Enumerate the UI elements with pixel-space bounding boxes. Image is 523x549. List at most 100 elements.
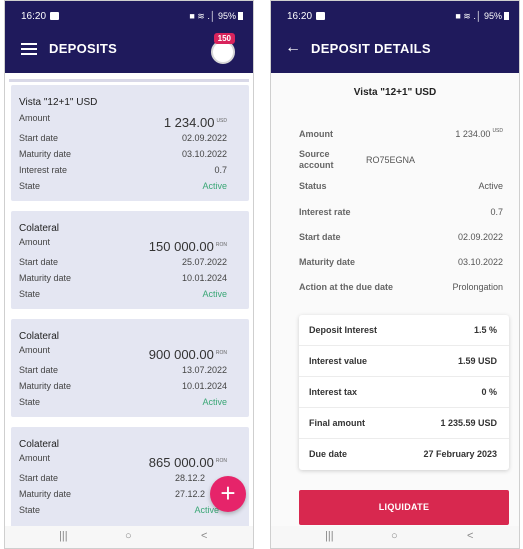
start-date-value: 02.09.2022 xyxy=(181,133,227,143)
summary-value: 1 235.59 USD xyxy=(440,418,497,428)
amount-label: Amount xyxy=(19,345,51,355)
deposits-screen: 16:20 ■ ≋ .│ 95% DEPOSITS 150 Vista "12+… xyxy=(4,0,254,549)
system-nav-bar: ||| ○ < xyxy=(271,526,519,548)
state-value: Active xyxy=(202,397,227,407)
amount-value: 865 000.00 RON xyxy=(148,455,227,470)
battery-icon xyxy=(238,12,243,20)
deposit-name: Colateral xyxy=(19,223,60,234)
maturity-date-label: Maturity date xyxy=(19,489,72,499)
summary-row: Interest value 1.59 USD xyxy=(299,346,509,377)
deposit-card[interactable]: Vista "12+1" USD Amount 1 234.00 USD Star… xyxy=(11,85,249,201)
deposit-details-screen: 16:20 ■ ≋ .│ 95% ← DEPOSIT DETAILS Vista… xyxy=(270,0,520,549)
amount-value: 900 000.00 RON xyxy=(148,347,227,362)
state-label: State xyxy=(19,505,41,515)
amount-value: 1 234.00 USD xyxy=(163,115,227,130)
start-date-label: Start date xyxy=(299,232,341,242)
amount-label: Amount xyxy=(299,129,333,139)
app-bar: 16:20 ■ ≋ .│ 95% ← DEPOSIT DETAILS xyxy=(271,1,519,73)
amount-value: 1 234.00 USD xyxy=(455,128,503,139)
summary-label: Final amount xyxy=(309,418,365,428)
back-nav-icon[interactable]: < xyxy=(467,530,473,542)
start-date-value: 02.09.2022 xyxy=(457,232,503,242)
status-bar-indicators: ■ ≋ .│ 95% xyxy=(455,11,509,22)
state-label: State xyxy=(19,181,41,191)
deposit-card[interactable]: Colateral Amount 865 000.00 RON Start dat… xyxy=(11,427,249,528)
amount-label: Amount xyxy=(19,453,51,463)
summary-row: Deposit Interest 1.5 % xyxy=(299,315,509,346)
recent-apps-icon[interactable]: ||| xyxy=(325,530,334,542)
amount-label: Amount xyxy=(19,237,51,247)
liquidate-button[interactable]: LIQUIDATE xyxy=(299,490,509,525)
status-bar-indicators: ■ ≋ .│ 95% xyxy=(189,11,243,22)
summary-value: 1.5 % xyxy=(473,325,497,335)
deposit-card[interactable]: Colateral Amount 900 000.00 RON Start dat… xyxy=(11,319,249,417)
maturity-date-value: 10.01.2024 xyxy=(181,273,227,283)
deposit-list[interactable]: Vista "12+1" USD Amount 1 234.00 USD Star… xyxy=(5,75,253,528)
summary-label: Interest tax xyxy=(309,387,358,397)
source-account-label: Source account xyxy=(299,149,334,170)
summary-row: Final amount 1 235.59 USD xyxy=(299,408,509,439)
back-arrow-icon[interactable]: ← xyxy=(285,39,301,57)
maturity-date-label: Maturity date xyxy=(299,257,356,267)
interest-rate-label: Interest rate xyxy=(299,207,351,217)
add-deposit-button[interactable]: + xyxy=(210,476,246,512)
status-value: Active xyxy=(478,181,503,191)
start-date-value: 13.07.2022 xyxy=(181,365,227,375)
start-date-label: Start date xyxy=(19,133,59,143)
notification-badge[interactable]: 150 xyxy=(213,33,235,44)
maturity-date-value: 27.12.2 xyxy=(174,489,205,499)
amount-label: Amount xyxy=(19,113,51,123)
image-notification-icon xyxy=(316,12,326,20)
maturity-date-value: 03.10.2022 xyxy=(181,149,227,159)
summary-value: 0 % xyxy=(481,387,497,397)
start-date-label: Start date xyxy=(19,257,59,267)
image-notification-icon xyxy=(50,12,60,20)
deposit-card[interactable]: Colateral Amount 150 000.00 RON Start dat… xyxy=(11,211,249,309)
maturity-date-label: Maturity date xyxy=(19,149,72,159)
app-bar: 16:20 ■ ≋ .│ 95% DEPOSITS 150 xyxy=(5,1,253,73)
recent-apps-icon[interactable]: ||| xyxy=(59,530,68,542)
status-bar-time: 16:20 xyxy=(287,11,326,22)
state-label: State xyxy=(19,289,41,299)
page-title: DEPOSIT DETAILS xyxy=(311,41,431,56)
deposit-name: Vista "12+1" USD xyxy=(353,87,437,98)
summary-label: Deposit Interest xyxy=(309,325,378,335)
page-title: DEPOSITS xyxy=(49,41,118,56)
start-date-label: Start date xyxy=(19,473,59,483)
status-bar-time: 16:20 xyxy=(21,11,60,22)
source-account-value: RO75EGNA xyxy=(366,155,416,165)
summary-value: 27 February 2023 xyxy=(423,449,497,459)
summary-row: Due date 27 February 2023 xyxy=(299,439,509,470)
maturity-date-label: Maturity date xyxy=(19,273,72,283)
menu-icon[interactable] xyxy=(21,43,37,55)
back-nav-icon[interactable]: < xyxy=(201,530,207,542)
maturity-date-value: 10.01.2024 xyxy=(181,381,227,391)
interest-rate-value: 0.7 xyxy=(214,165,227,175)
deposit-name: Colateral xyxy=(19,439,60,450)
deposit-name: Colateral xyxy=(19,331,60,342)
status-label: Status xyxy=(299,181,327,191)
start-date-label: Start date xyxy=(19,365,59,375)
interest-rate-value: 0.7 xyxy=(490,207,503,217)
summary-label: Interest value xyxy=(309,356,368,366)
home-icon[interactable]: ○ xyxy=(391,530,398,542)
home-icon[interactable]: ○ xyxy=(125,530,132,542)
deposit-name: Vista "12+1" USD xyxy=(19,97,98,108)
state-value: Active xyxy=(202,181,227,191)
due-action-value: Prolongation xyxy=(452,282,503,292)
interest-summary-card: Deposit Interest 1.5 % Interest value 1.… xyxy=(299,315,509,470)
amount-value: 150 000.00 RON xyxy=(148,239,227,254)
interest-rate-label: Interest rate xyxy=(19,165,68,175)
system-nav-bar: ||| ○ < xyxy=(5,526,253,548)
due-action-label: Action at the due date xyxy=(299,282,394,292)
start-date-value: 25.07.2022 xyxy=(181,257,227,267)
deposit-details: Vista "12+1" USD Amount 1 234.00 USD Sour… xyxy=(271,73,519,528)
start-date-value: 28.12.2 xyxy=(174,473,205,483)
battery-icon xyxy=(504,12,509,20)
summary-label: Due date xyxy=(309,449,348,459)
maturity-date-label: Maturity date xyxy=(19,381,72,391)
summary-value: 1.59 USD xyxy=(457,356,497,366)
maturity-date-value: 03.10.2022 xyxy=(457,257,503,267)
state-value: Active xyxy=(202,289,227,299)
state-label: State xyxy=(19,397,41,407)
